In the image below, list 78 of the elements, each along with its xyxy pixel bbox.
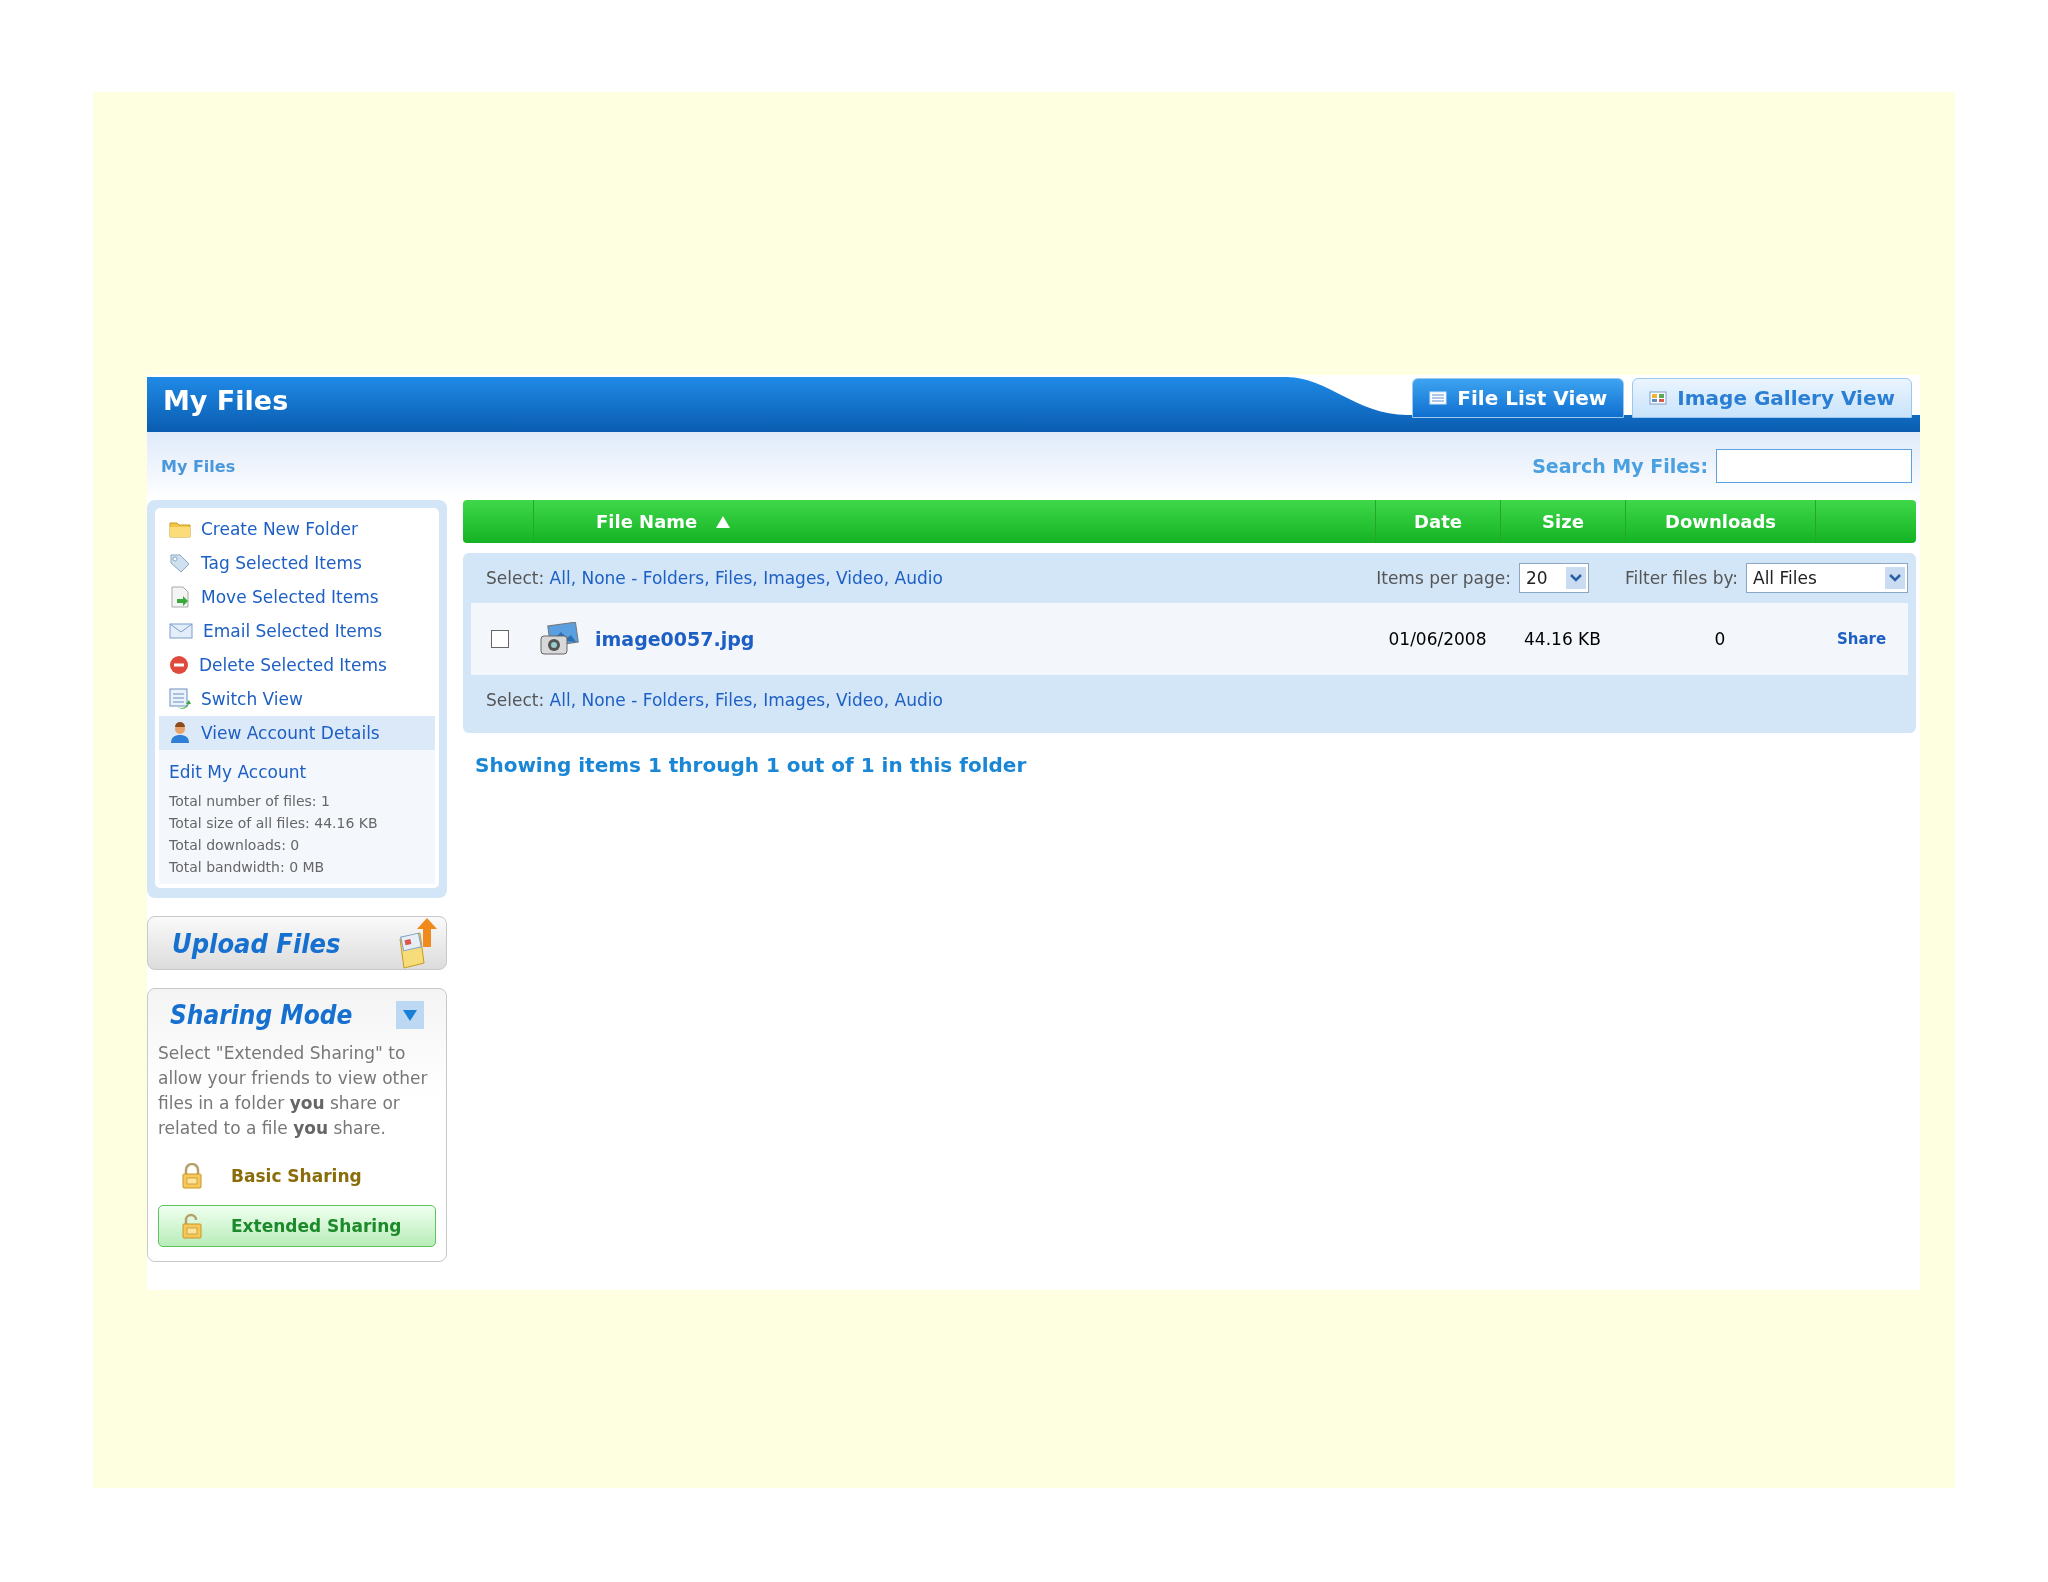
select-link[interactable]: Video — [836, 568, 884, 588]
select-link[interactable]: All — [549, 568, 571, 588]
sidebar-item[interactable]: View Account Details — [159, 716, 435, 750]
document-arrow-icon — [169, 586, 191, 608]
envelope-icon — [169, 623, 193, 639]
separator-text: , — [570, 690, 577, 710]
separator-text: , — [570, 568, 577, 588]
dropdown-button[interactable] — [396, 1001, 424, 1029]
select-label: Select: — [486, 690, 545, 710]
select-link[interactable]: Images — [763, 568, 826, 588]
select-link[interactable]: None — [581, 568, 626, 588]
sidebar-item[interactable]: Delete Selected Items — [159, 648, 435, 682]
separator-text: - — [631, 690, 638, 710]
status-text: Showing items 1 through 1 out of 1 in this folder — [475, 753, 1028, 777]
separator-text: - — [631, 568, 638, 588]
share-link[interactable]: Share — [1836, 630, 1887, 648]
account-stat: Total bandwidth: 0 MB — [169, 858, 326, 877]
separator-text: , — [704, 568, 710, 588]
sharing-option[interactable]: Basic Sharing — [158, 1155, 436, 1197]
filter-label: Filter files by: — [1625, 568, 1738, 588]
filter-select[interactable]: All Files — [1746, 563, 1908, 593]
image-grid-icon — [1649, 391, 1668, 405]
items-per-page-select[interactable]: 20 — [1519, 563, 1589, 593]
sidebar-item[interactable]: Move Selected Items — [159, 580, 435, 614]
account-stat: Total number of files: 1 — [169, 792, 331, 811]
sidebar-item[interactable]: Switch View — [159, 682, 435, 716]
sharing-option[interactable]: Extended Sharing — [158, 1205, 436, 1247]
unlocked-padlock-icon — [181, 1213, 203, 1239]
sidebar-item[interactable]: Email Selected Items — [159, 614, 435, 648]
separator-text: , — [883, 690, 890, 710]
tag-icon — [169, 553, 191, 573]
account-stat: Total downloads: 0 — [169, 836, 301, 855]
separator-text: , — [752, 690, 758, 710]
size-cell: 44.16 KB — [1524, 629, 1601, 649]
select-link[interactable]: Audio — [894, 568, 943, 588]
separator-text: , — [752, 568, 758, 588]
select-link[interactable]: Audio — [894, 690, 943, 710]
separator-text: , — [825, 690, 831, 710]
select-label: Select: — [486, 568, 545, 588]
folder-upload-icon — [396, 917, 438, 969]
search-label: Search My Files: — [1532, 455, 1708, 477]
search-field[interactable] — [1716, 449, 1912, 483]
select-link[interactable]: Images — [763, 690, 826, 710]
select-link[interactable]: All — [549, 690, 571, 710]
view-tab[interactable]: File List View — [1412, 378, 1625, 418]
account-stat: Total size of all files: 44.16 KB — [169, 814, 379, 833]
select-link[interactable]: Files — [715, 568, 753, 588]
table-arrows-icon — [169, 688, 191, 710]
page-title: My Files — [163, 385, 289, 416]
separator-text: , — [825, 568, 831, 588]
select-link[interactable]: Files — [715, 690, 753, 710]
upload-files-button[interactable]: Upload Files — [147, 916, 447, 970]
separator-text: , — [704, 690, 710, 710]
folder-icon — [169, 520, 191, 538]
select-link[interactable]: None — [581, 690, 626, 710]
list-icon — [1429, 391, 1448, 405]
delete-icon — [169, 655, 189, 675]
row-checkbox[interactable] — [491, 630, 509, 648]
separator-text: , — [883, 568, 890, 588]
items-per-page-label: Items per page: — [1376, 568, 1511, 588]
file-name-link[interactable]: image0057.jpg — [589, 628, 755, 650]
view-tab[interactable]: Image Gallery View — [1632, 378, 1912, 418]
sidebar-item[interactable]: Create New Folder — [159, 512, 435, 546]
padlock-icon — [181, 1163, 203, 1189]
sort-ascending-icon — [715, 514, 732, 529]
caret-icon — [402, 1008, 418, 1022]
sharing-mode-title: Sharing Mode — [170, 1000, 353, 1030]
select-link[interactable]: Folders — [642, 568, 705, 588]
camera-photo-icon — [539, 622, 579, 656]
date-cell: 01/06/2008 — [1388, 629, 1487, 649]
sharing-description: Select "Extended Sharing" to allow your friends to view other files in a folder you share or related to a file you share. — [158, 1042, 429, 1140]
edit-account-link[interactable]: Edit My Account — [169, 762, 425, 782]
downloads-cell: 0 — [1714, 629, 1726, 649]
breadcrumb-link[interactable]: My Files — [161, 456, 236, 476]
sidebar-item[interactable]: Tag Selected Items — [159, 546, 435, 580]
select-link[interactable]: Folders — [642, 690, 705, 710]
person-icon — [169, 722, 191, 744]
select-link[interactable]: Video — [836, 690, 884, 710]
